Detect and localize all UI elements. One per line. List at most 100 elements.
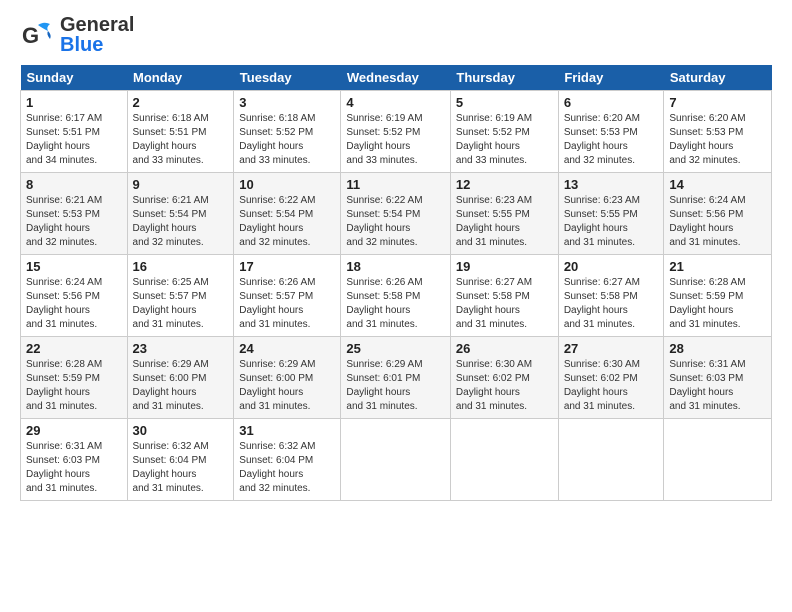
- day-info: Sunrise: 6:27 AM Sunset: 5:58 PM Dayligh…: [564, 276, 659, 332]
- calendar-cell: 6 Sunrise: 6:20 AM Sunset: 5:53 PM Dayli…: [558, 91, 664, 173]
- day-number: 18: [346, 259, 445, 274]
- day-number: 3: [239, 95, 335, 110]
- day-number: 10: [239, 177, 335, 192]
- day-info: Sunrise: 6:18 AM Sunset: 5:52 PM Dayligh…: [239, 112, 335, 168]
- col-tuesday: Tuesday: [234, 65, 341, 91]
- day-info: Sunrise: 6:32 AM Sunset: 6:04 PM Dayligh…: [133, 440, 229, 496]
- calendar-table: Sunday Monday Tuesday Wednesday Thursday…: [20, 65, 772, 501]
- day-number: 17: [239, 259, 335, 274]
- col-monday: Monday: [127, 65, 234, 91]
- day-number: 20: [564, 259, 659, 274]
- day-number: 27: [564, 341, 659, 356]
- day-info: Sunrise: 6:29 AM Sunset: 6:01 PM Dayligh…: [346, 358, 445, 414]
- day-number: 15: [26, 259, 122, 274]
- day-info: Sunrise: 6:23 AM Sunset: 5:55 PM Dayligh…: [456, 194, 553, 250]
- calendar-cell: 13 Sunrise: 6:23 AM Sunset: 5:55 PM Dayl…: [558, 173, 664, 255]
- calendar-row: 22 Sunrise: 6:28 AM Sunset: 5:59 PM Dayl…: [21, 337, 772, 419]
- calendar-row: 29 Sunrise: 6:31 AM Sunset: 6:03 PM Dayl…: [21, 419, 772, 501]
- calendar-cell: 1 Sunrise: 6:17 AM Sunset: 5:51 PM Dayli…: [21, 91, 128, 173]
- calendar-cell: 21 Sunrise: 6:28 AM Sunset: 5:59 PM Dayl…: [664, 255, 772, 337]
- calendar-cell: 17 Sunrise: 6:26 AM Sunset: 5:57 PM Dayl…: [234, 255, 341, 337]
- day-info: Sunrise: 6:20 AM Sunset: 5:53 PM Dayligh…: [564, 112, 659, 168]
- calendar-row: 8 Sunrise: 6:21 AM Sunset: 5:53 PM Dayli…: [21, 173, 772, 255]
- page: G General Blue Sunday Monday Tuesday: [0, 0, 792, 511]
- calendar-cell: 23 Sunrise: 6:29 AM Sunset: 6:00 PM Dayl…: [127, 337, 234, 419]
- day-info: Sunrise: 6:24 AM Sunset: 5:56 PM Dayligh…: [669, 194, 766, 250]
- day-number: 28: [669, 341, 766, 356]
- day-number: 23: [133, 341, 229, 356]
- day-number: 25: [346, 341, 445, 356]
- calendar-row: 15 Sunrise: 6:24 AM Sunset: 5:56 PM Dayl…: [21, 255, 772, 337]
- calendar-cell: 19 Sunrise: 6:27 AM Sunset: 5:58 PM Dayl…: [450, 255, 558, 337]
- day-info: Sunrise: 6:28 AM Sunset: 5:59 PM Dayligh…: [26, 358, 122, 414]
- day-number: 16: [133, 259, 229, 274]
- day-info: Sunrise: 6:22 AM Sunset: 5:54 PM Dayligh…: [346, 194, 445, 250]
- col-sunday: Sunday: [21, 65, 128, 91]
- day-info: Sunrise: 6:26 AM Sunset: 5:57 PM Dayligh…: [239, 276, 335, 332]
- calendar-cell: 25 Sunrise: 6:29 AM Sunset: 6:01 PM Dayl…: [341, 337, 451, 419]
- day-info: Sunrise: 6:27 AM Sunset: 5:58 PM Dayligh…: [456, 276, 553, 332]
- day-info: Sunrise: 6:17 AM Sunset: 5:51 PM Dayligh…: [26, 112, 122, 168]
- col-saturday: Saturday: [664, 65, 772, 91]
- day-info: Sunrise: 6:22 AM Sunset: 5:54 PM Dayligh…: [239, 194, 335, 250]
- calendar-cell: 8 Sunrise: 6:21 AM Sunset: 5:53 PM Dayli…: [21, 173, 128, 255]
- calendar-cell: 2 Sunrise: 6:18 AM Sunset: 5:51 PM Dayli…: [127, 91, 234, 173]
- calendar-cell: 20 Sunrise: 6:27 AM Sunset: 5:58 PM Dayl…: [558, 255, 664, 337]
- day-number: 1: [26, 95, 122, 110]
- day-number: 22: [26, 341, 122, 356]
- day-info: Sunrise: 6:19 AM Sunset: 5:52 PM Dayligh…: [456, 112, 553, 168]
- day-info: Sunrise: 6:26 AM Sunset: 5:58 PM Dayligh…: [346, 276, 445, 332]
- calendar-cell: 9 Sunrise: 6:21 AM Sunset: 5:54 PM Dayli…: [127, 173, 234, 255]
- day-number: 14: [669, 177, 766, 192]
- day-info: Sunrise: 6:32 AM Sunset: 6:04 PM Dayligh…: [239, 440, 335, 496]
- day-info: Sunrise: 6:31 AM Sunset: 6:03 PM Dayligh…: [669, 358, 766, 414]
- calendar-cell: 31 Sunrise: 6:32 AM Sunset: 6:04 PM Dayl…: [234, 419, 341, 501]
- calendar-cell: 3 Sunrise: 6:18 AM Sunset: 5:52 PM Dayli…: [234, 91, 341, 173]
- day-number: 29: [26, 423, 122, 438]
- day-number: 7: [669, 95, 766, 110]
- logo-blue: Blue: [60, 35, 134, 55]
- calendar-cell: [664, 419, 772, 501]
- calendar-cell: 15 Sunrise: 6:24 AM Sunset: 5:56 PM Dayl…: [21, 255, 128, 337]
- day-number: 8: [26, 177, 122, 192]
- logo-text: General Blue: [60, 15, 134, 55]
- calendar-cell: 29 Sunrise: 6:31 AM Sunset: 6:03 PM Dayl…: [21, 419, 128, 501]
- day-number: 2: [133, 95, 229, 110]
- calendar-cell: 26 Sunrise: 6:30 AM Sunset: 6:02 PM Dayl…: [450, 337, 558, 419]
- calendar-cell: 18 Sunrise: 6:26 AM Sunset: 5:58 PM Dayl…: [341, 255, 451, 337]
- day-info: Sunrise: 6:21 AM Sunset: 5:53 PM Dayligh…: [26, 194, 122, 250]
- day-number: 31: [239, 423, 335, 438]
- header: G General Blue: [20, 15, 772, 55]
- day-info: Sunrise: 6:30 AM Sunset: 6:02 PM Dayligh…: [456, 358, 553, 414]
- calendar-cell: 28 Sunrise: 6:31 AM Sunset: 6:03 PM Dayl…: [664, 337, 772, 419]
- day-number: 19: [456, 259, 553, 274]
- day-info: Sunrise: 6:31 AM Sunset: 6:03 PM Dayligh…: [26, 440, 122, 496]
- day-number: 26: [456, 341, 553, 356]
- day-info: Sunrise: 6:23 AM Sunset: 5:55 PM Dayligh…: [564, 194, 659, 250]
- day-number: 11: [346, 177, 445, 192]
- day-number: 30: [133, 423, 229, 438]
- svg-text:G: G: [22, 23, 39, 48]
- day-number: 6: [564, 95, 659, 110]
- day-number: 13: [564, 177, 659, 192]
- calendar-cell: 14 Sunrise: 6:24 AM Sunset: 5:56 PM Dayl…: [664, 173, 772, 255]
- day-number: 5: [456, 95, 553, 110]
- calendar-row: 1 Sunrise: 6:17 AM Sunset: 5:51 PM Dayli…: [21, 91, 772, 173]
- col-thursday: Thursday: [450, 65, 558, 91]
- calendar-cell: 7 Sunrise: 6:20 AM Sunset: 5:53 PM Dayli…: [664, 91, 772, 173]
- day-number: 21: [669, 259, 766, 274]
- day-info: Sunrise: 6:21 AM Sunset: 5:54 PM Dayligh…: [133, 194, 229, 250]
- day-info: Sunrise: 6:30 AM Sunset: 6:02 PM Dayligh…: [564, 358, 659, 414]
- day-number: 4: [346, 95, 445, 110]
- day-info: Sunrise: 6:19 AM Sunset: 5:52 PM Dayligh…: [346, 112, 445, 168]
- calendar-cell: [558, 419, 664, 501]
- calendar-cell: [341, 419, 451, 501]
- day-info: Sunrise: 6:29 AM Sunset: 6:00 PM Dayligh…: [133, 358, 229, 414]
- day-info: Sunrise: 6:29 AM Sunset: 6:00 PM Dayligh…: [239, 358, 335, 414]
- calendar-cell: 24 Sunrise: 6:29 AM Sunset: 6:00 PM Dayl…: [234, 337, 341, 419]
- calendar-cell: 22 Sunrise: 6:28 AM Sunset: 5:59 PM Dayl…: [21, 337, 128, 419]
- day-info: Sunrise: 6:18 AM Sunset: 5:51 PM Dayligh…: [133, 112, 229, 168]
- day-info: Sunrise: 6:24 AM Sunset: 5:56 PM Dayligh…: [26, 276, 122, 332]
- calendar-cell: [450, 419, 558, 501]
- calendar-cell: 5 Sunrise: 6:19 AM Sunset: 5:52 PM Dayli…: [450, 91, 558, 173]
